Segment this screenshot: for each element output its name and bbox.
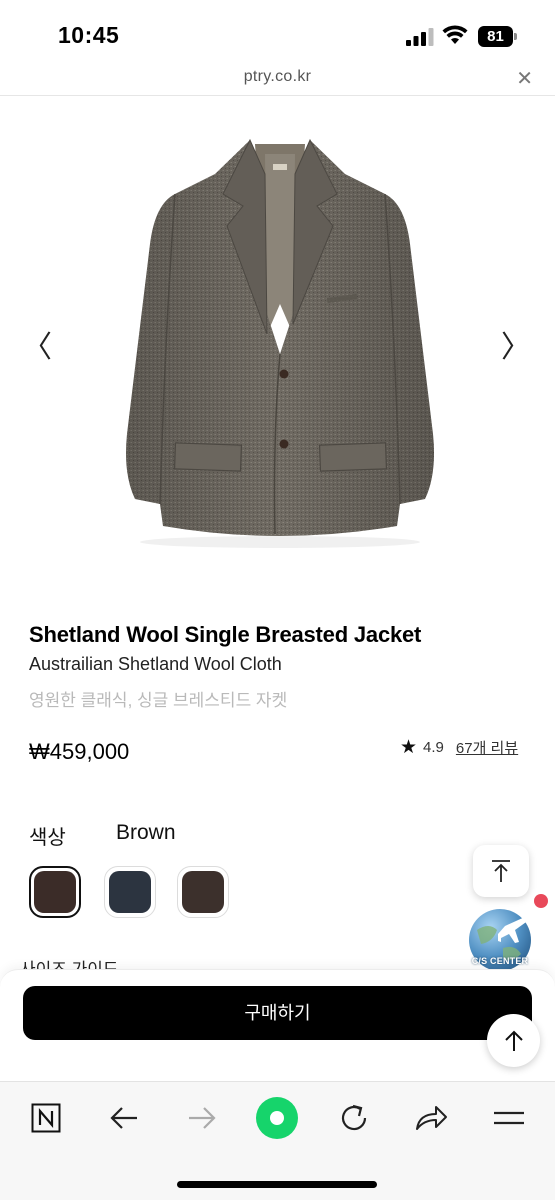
- browser-toolbar: [0, 1081, 555, 1200]
- product-image-carousel[interactable]: 〈 〉: [0, 96, 555, 586]
- color-swatch-navy[interactable]: [104, 866, 156, 918]
- star-icon: ★: [400, 736, 418, 758]
- menu-icon: [494, 1111, 524, 1125]
- swatch-fill: [34, 871, 76, 913]
- wifi-icon: [442, 25, 468, 44]
- menu-button[interactable]: [487, 1096, 531, 1140]
- carousel-prev-button[interactable]: 〈: [22, 322, 52, 366]
- scroll-up-button[interactable]: [487, 1014, 540, 1067]
- color-label: 색상: [29, 827, 66, 849]
- forward-button[interactable]: [180, 1096, 224, 1140]
- swatch-fill: [109, 871, 151, 913]
- rating: ★ 4.9 67개 리뷰: [400, 735, 518, 759]
- product-price: ₩459,000: [29, 739, 130, 764]
- color-swatch-brown[interactable]: [29, 866, 81, 918]
- color-swatch-dark-brown[interactable]: [177, 866, 229, 918]
- signal-icon: [406, 28, 434, 46]
- product-description: 영원한 클래식, 싱글 브레스티드 자켓: [29, 691, 288, 710]
- share-icon: [416, 1106, 447, 1130]
- naver-icon: [31, 1103, 61, 1133]
- buy-button[interactable]: 구매하기: [23, 986, 532, 1040]
- green-dot-button[interactable]: [255, 1096, 299, 1140]
- carousel-next-button[interactable]: 〉: [501, 322, 531, 366]
- home-indicator: [177, 1181, 377, 1188]
- to-top-icon: [492, 860, 510, 882]
- swatch-fill: [182, 871, 224, 913]
- back-icon: [110, 1107, 137, 1129]
- green-dot-icon: [256, 1097, 298, 1139]
- notification-dot: [534, 894, 548, 908]
- cs-center-button[interactable]: C/S CENTER: [467, 908, 533, 972]
- status-bar: 10:45 81: [0, 0, 555, 62]
- share-button[interactable]: [409, 1096, 453, 1140]
- jacket-product-image: [126, 138, 434, 548]
- rating-score: 4.9: [423, 738, 444, 756]
- cs-center-label: C/S CENTER: [471, 956, 529, 966]
- battery-level: 81: [478, 26, 513, 47]
- selected-color: Brown: [116, 821, 176, 844]
- reviews-link[interactable]: 67개 리뷰: [456, 737, 518, 758]
- product-subtitle: Austrailian Shetland Wool Cloth: [29, 654, 282, 674]
- buy-sheet: 구매하기: [0, 969, 555, 1081]
- naver-home-button[interactable]: [24, 1096, 68, 1140]
- close-icon[interactable]: ✕: [516, 66, 533, 91]
- arrow-up-icon: [504, 1030, 523, 1051]
- clock: 10:45: [58, 22, 120, 48]
- url-bar: ptry.co.kr ✕: [0, 62, 555, 96]
- back-button[interactable]: [102, 1096, 146, 1140]
- reload-icon: [341, 1104, 367, 1131]
- battery-icon: 81: [478, 26, 518, 47]
- scroll-to-top-button[interactable]: [473, 845, 529, 897]
- product-title: Shetland Wool Single Breasted Jacket: [29, 622, 422, 647]
- url-text[interactable]: ptry.co.kr: [0, 68, 555, 86]
- reload-button[interactable]: [332, 1096, 376, 1140]
- forward-icon: [189, 1107, 216, 1129]
